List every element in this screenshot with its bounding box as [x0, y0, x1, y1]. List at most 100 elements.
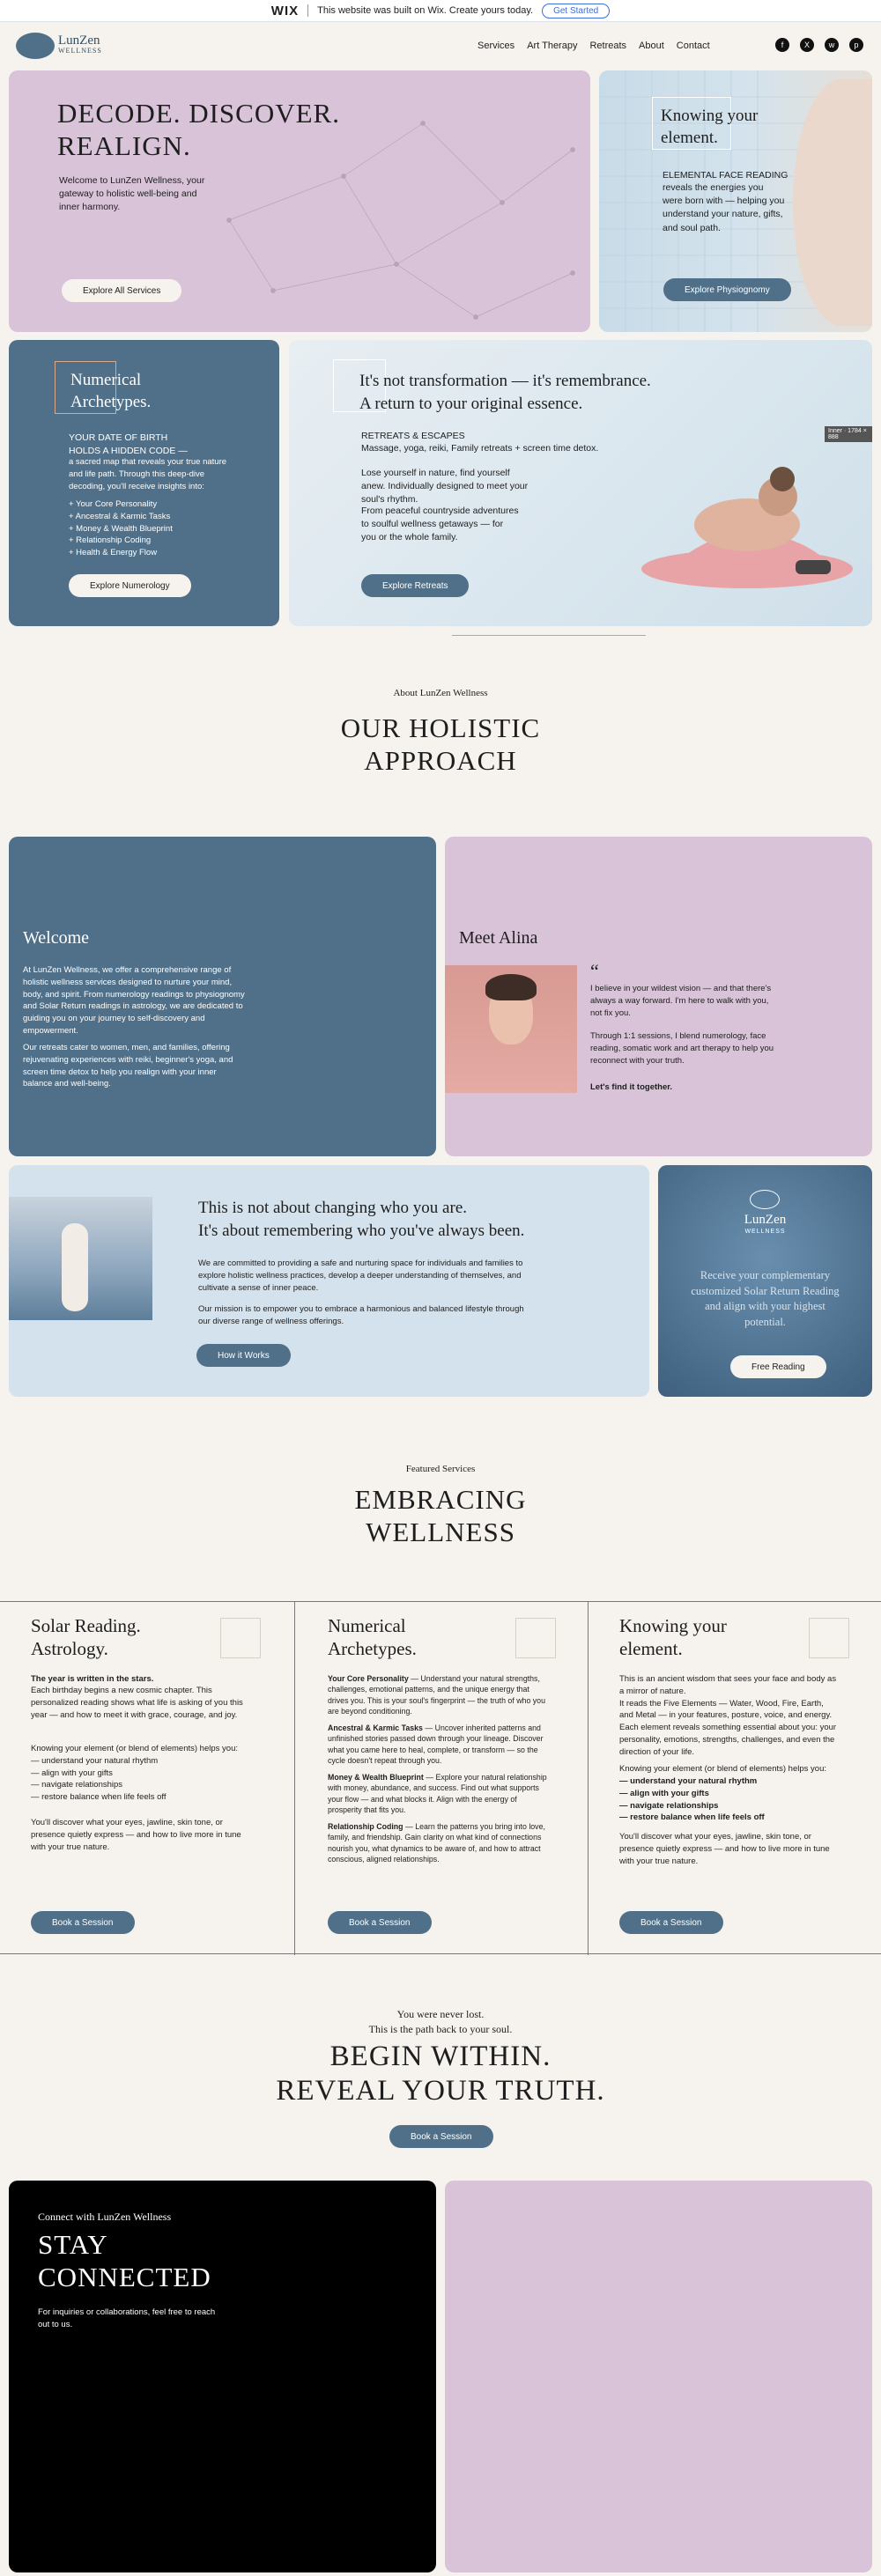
service-list-item: — understand your natural rhythm: [619, 1776, 758, 1787]
face-card-label: ELEMENTAL FACE READING: [663, 170, 788, 181]
num-item-4: + Relationship Coding: [69, 535, 152, 546]
explore-physiognomy-button[interactable]: Explore Physiognomy: [663, 278, 791, 301]
service-item-head: Ancestral & Karmic Tasks: [328, 1723, 423, 1732]
facebook-icon[interactable]: f: [775, 38, 789, 52]
service-knowing-element: Knowing your element. This is an ancient…: [589, 1602, 881, 1955]
connect-title: STAY CONNECTED: [38, 2228, 211, 2293]
begin-line2: This is the path back to your soul.: [368, 2023, 513, 2036]
service-text-5: You'll discover what your eyes, jawline,…: [619, 1832, 830, 1866]
service-solar-reading: Solar Reading. Astrology. The year is wr…: [0, 1602, 294, 1955]
service-item: Relationship Coding — Learn the patterns…: [328, 1821, 548, 1865]
numerology-card: Numerical Archetypes. YOUR DATE OF BIRTH…: [9, 340, 279, 626]
service-title-line2: Astrology.: [31, 1638, 108, 1660]
featured-eyebrow: Featured Services: [405, 1464, 476, 1474]
service-title-line2: Archetypes.: [328, 1638, 417, 1660]
num-card-list: + Your Core Personality + Ancestral & Ka…: [69, 498, 173, 559]
free-card-brand: LunZen: [744, 1213, 787, 1227]
service-list-item: — navigate relationships: [31, 1780, 123, 1790]
service-list-item: — restore balance when life feels off: [619, 1812, 765, 1823]
mission-card: This is not about changing who you are. …: [9, 1165, 649, 1397]
featured-title-line1: EMBRACING: [354, 1484, 527, 1515]
logo-icon[interactable]: [16, 33, 55, 59]
service-title: Solar Reading. Astrology.: [31, 1614, 141, 1661]
mission-title-line1: This is not about changing who you are.: [198, 1199, 468, 1217]
alina-text-2: Through 1:1 sessions, I blend numerology…: [590, 1031, 774, 1066]
explore-numerology-button[interactable]: Explore Numerology: [69, 574, 191, 597]
service-items: Your Core Personality — Understand your …: [328, 1673, 548, 1865]
nav-services[interactable]: Services: [478, 41, 515, 51]
featured-title-line2: WELLNESS: [366, 1517, 515, 1548]
service-title: Numerical Archetypes.: [328, 1614, 417, 1661]
num-item-5: + Health & Energy Flow: [69, 548, 158, 558]
brand-logo[interactable]: LunZen WELLNESS: [58, 34, 102, 55]
service-text-2-intro: Knowing your element (or blend of elemen…: [31, 1744, 238, 1753]
num-item-2: + Ancestral & Karmic Tasks: [69, 511, 171, 521]
retreat-card-sublabel: Massage, yoga, reiki, Family retreats + …: [361, 443, 599, 454]
service-title-line2: element.: [619, 1638, 683, 1660]
free-card-text: Receive your complementary customized So…: [691, 1269, 840, 1328]
wix-divider: [307, 4, 309, 17]
mission-title: This is not about changing who you are. …: [198, 1197, 524, 1242]
services-grid: Solar Reading. Astrology. The year is wr…: [0, 1601, 881, 1955]
book-session-button[interactable]: Book a Session: [328, 1911, 432, 1934]
hero-title: DECODE. DISCOVER. REALIGN.: [57, 97, 392, 162]
explore-all-services-button[interactable]: Explore All Services: [62, 279, 182, 302]
nav-about[interactable]: About: [639, 41, 664, 51]
face-card-title: Knowing your element.: [661, 107, 759, 147]
section-divider: [452, 635, 646, 636]
explore-retreats-button[interactable]: Explore Retreats: [361, 574, 470, 597]
num-card-label: YOUR DATE OF BIRTH HOLDS A HIDDEN CODE —: [69, 432, 188, 457]
site-header: LunZen WELLNESS Services Art Therapy Ret…: [0, 22, 881, 70]
face-card-text: reveals the energies you were born with …: [663, 182, 785, 233]
wix-logo: WIX: [270, 3, 300, 18]
retreat-card-text-1: Lose yourself in nature, find yourself a…: [361, 468, 529, 506]
retreat-card-title: It's not transformation — it's remembran…: [359, 370, 651, 415]
retreat-title-line2: A return to your original essence.: [359, 394, 583, 413]
yoga-woman-image: [641, 467, 853, 588]
retreat-card: It's not transformation — it's remembran…: [289, 340, 872, 626]
decor-grid-icon: [515, 1618, 556, 1658]
decor-grid-icon: [809, 1618, 849, 1658]
nav-retreats[interactable]: Retreats: [589, 41, 626, 51]
connect-title-line1: STAY: [38, 2229, 108, 2260]
quote-icon: “: [590, 960, 599, 982]
book-session-button[interactable]: Book a Session: [619, 1911, 723, 1934]
num-item-1: + Your Core Personality: [69, 499, 158, 509]
alina-title: Meet Alina: [459, 928, 538, 948]
social-bar: f X w p: [775, 38, 863, 52]
x-icon[interactable]: X: [800, 38, 814, 52]
service-item: Money & Wealth Blueprint — Explore your …: [328, 1772, 548, 1816]
service-text-1: Each birthday begins a new cosmic chapte…: [31, 1686, 243, 1720]
dragonfly-icon: [750, 1190, 780, 1209]
pinterest-icon[interactable]: p: [849, 38, 863, 52]
woman-on-boat-image: [9, 1197, 152, 1320]
whatsapp-icon[interactable]: w: [825, 38, 839, 52]
meet-alina-card: Meet Alina “ I believe in your wildest v…: [445, 837, 872, 1156]
connect-card: Connect with LunZen Wellness STAY CONNEC…: [9, 2181, 436, 2572]
service-title: Knowing your element.: [619, 1614, 727, 1661]
service-text-1: This is an ancient wisdom that sees your…: [619, 1674, 837, 1696]
num-item-3: + Money & Wealth Blueprint: [69, 523, 173, 534]
service-title-line1: Numerical: [328, 1615, 406, 1636]
service-list-item: — align with your gifts: [31, 1768, 113, 1778]
how-it-works-button[interactable]: How it Works: [196, 1344, 291, 1367]
retreat-card-text-2: From peaceful countryside adventures to …: [361, 506, 519, 543]
brand-sub: WELLNESS: [58, 47, 102, 55]
about-eyebrow: About LunZen Wellness: [393, 688, 488, 698]
book-session-button[interactable]: Book a Session: [31, 1911, 135, 1934]
retreat-card-label: RETREATS & ESCAPES: [361, 431, 465, 441]
welcome-text-1: At LunZen Wellness, we offer a comprehen…: [23, 965, 245, 1036]
nav-art-therapy[interactable]: Art Therapy: [527, 41, 577, 51]
hair-shape: [485, 974, 537, 1000]
free-reading-button[interactable]: Free Reading: [730, 1355, 826, 1378]
connect-title-line2: CONNECTED: [38, 2262, 211, 2293]
begin-title-line2: REVEAL YOUR TRUTH.: [276, 2074, 605, 2107]
nav-contact[interactable]: Contact: [677, 41, 710, 51]
book-session-cta[interactable]: Book a Session: [389, 2125, 493, 2148]
get-started-button[interactable]: Get Started: [542, 3, 611, 18]
hero-text: Welcome to LunZen Wellness, your gateway…: [59, 175, 205, 213]
figure-shape: [62, 1223, 88, 1311]
service-title-line1: Solar Reading.: [31, 1615, 141, 1636]
welcome-title: Welcome: [23, 928, 90, 948]
begin-line1: You were never lost.: [396, 2008, 485, 2020]
